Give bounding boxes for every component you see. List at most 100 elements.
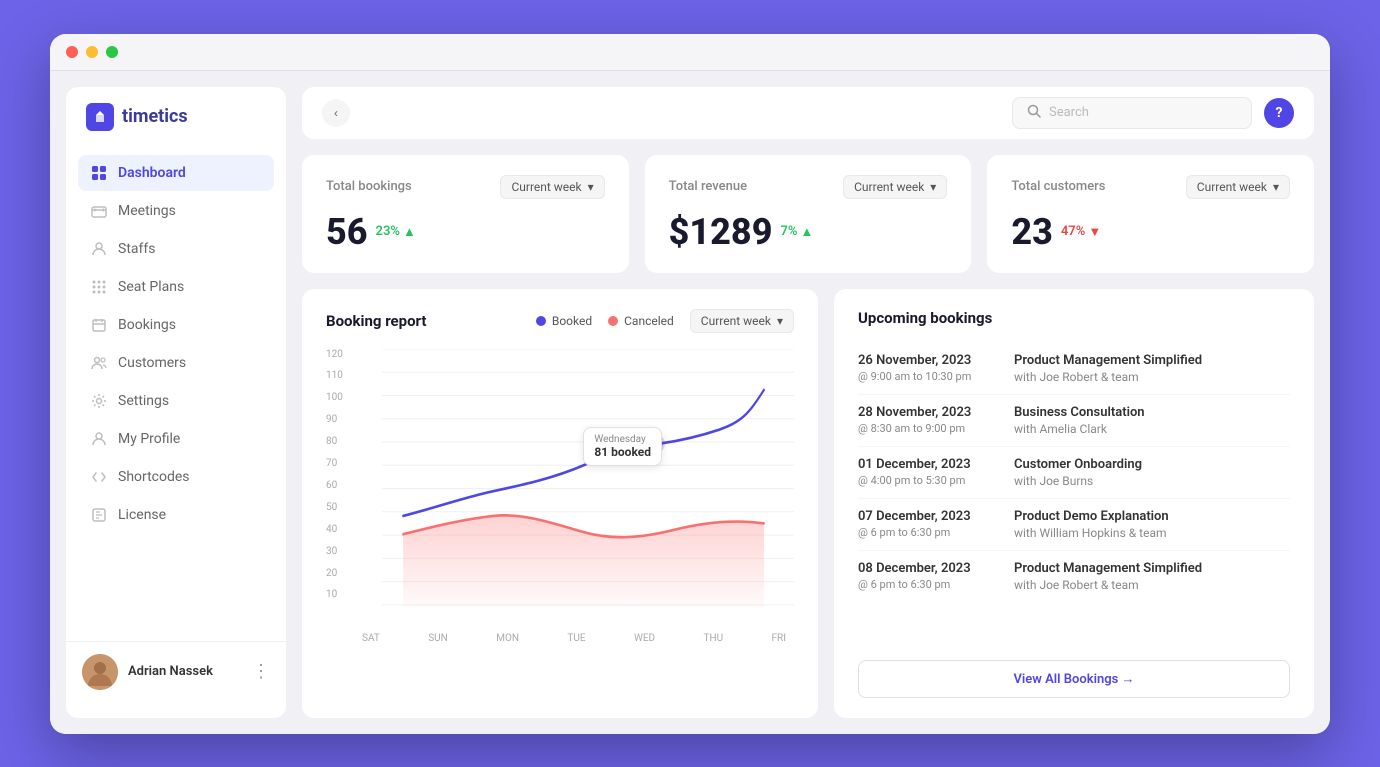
booking-event: Business Consultation xyxy=(1014,405,1290,420)
user-menu-button[interactable]: ⋮ xyxy=(252,661,270,682)
chart-svg xyxy=(326,349,794,629)
seat-plans-icon xyxy=(90,278,108,296)
booking-time: @ 9:00 am to 10:30 pm xyxy=(858,370,998,383)
stat-value-bookings: 56 23% ▲ xyxy=(326,211,605,253)
stat-card-total-revenue: Total revenue Current week ▾ $1289 7% ▲ xyxy=(645,155,972,273)
logo-icon xyxy=(86,103,114,131)
booking-date: 01 December, 2023 xyxy=(858,457,998,472)
sidebar: timetics Dashboard xyxy=(66,87,286,718)
chart-title: Booking report xyxy=(326,312,427,330)
sidebar-item-staffs[interactable]: Staffs xyxy=(78,231,274,267)
logo-text: timetics xyxy=(122,106,188,127)
sidebar-item-shortcodes[interactable]: Shortcodes xyxy=(78,459,274,495)
my-profile-icon xyxy=(90,430,108,448)
main-content: ‹ Search ? xyxy=(302,87,1314,718)
arrow-up-icon: ▲ xyxy=(801,224,814,240)
booking-time: @ 8:30 am to 9:00 pm xyxy=(858,422,998,435)
sidebar-item-meetings-label: Meetings xyxy=(118,203,176,219)
sidebar-item-meetings[interactable]: Meetings xyxy=(78,193,274,229)
sidebar-item-license[interactable]: License xyxy=(78,497,274,533)
sidebar-item-my-profile-label: My Profile xyxy=(118,431,180,447)
booking-time: @ 6 pm to 6:30 pm xyxy=(858,526,998,539)
booking-event: Product Management Simplified xyxy=(1014,353,1290,368)
sidebar-item-shortcodes-label: Shortcodes xyxy=(118,469,190,485)
topbar: ‹ Search ? xyxy=(302,87,1314,139)
arrow-up-icon: ▲ xyxy=(403,224,416,240)
canceled-dot xyxy=(608,316,618,326)
stat-value-revenue: $1289 7% ▲ xyxy=(669,211,948,253)
booking-date: 28 November, 2023 xyxy=(858,405,998,420)
stat-label-revenue: Total revenue xyxy=(669,179,747,194)
help-button[interactable]: ? xyxy=(1264,98,1294,128)
view-all-bookings-button[interactable]: View All Bookings → xyxy=(858,660,1290,698)
collapse-sidebar-button[interactable]: ‹ xyxy=(322,99,350,127)
sidebar-item-seat-plans-label: Seat Plans xyxy=(118,279,184,295)
booking-with: with Amelia Clark xyxy=(1014,422,1290,436)
settings-icon xyxy=(90,392,108,410)
staffs-icon xyxy=(90,240,108,258)
minimize-button[interactable] xyxy=(86,46,98,58)
user-avatar xyxy=(82,654,118,690)
search-bar[interactable]: Search xyxy=(1012,97,1252,129)
user-name: Adrian Nassek xyxy=(128,664,242,679)
sidebar-item-dashboard[interactable]: Dashboard xyxy=(78,155,274,191)
y-axis-labels: 1201101009080 70605040302010 xyxy=(326,349,343,601)
search-input-placeholder: Search xyxy=(1049,105,1089,120)
x-axis-labels: SATSUNMONTUEWEDTHUFRI xyxy=(326,629,794,644)
close-button[interactable] xyxy=(66,46,78,58)
list-item: 07 December, 2023 @ 6 pm to 6:30 pm Prod… xyxy=(858,499,1290,551)
chevron-down-icon: ▾ xyxy=(1273,180,1279,194)
booking-with: with Joe Burns xyxy=(1014,474,1290,488)
sidebar-footer: Adrian Nassek ⋮ xyxy=(66,641,286,702)
legend-booked: Booked xyxy=(536,314,592,328)
booking-event: Product Management Simplified xyxy=(1014,561,1290,576)
stats-row: Total bookings Current week ▾ 56 23% ▲ xyxy=(302,155,1314,273)
booking-time: @ 6 pm to 6:30 pm xyxy=(858,578,998,591)
bottom-row: Booking report Booked Canceled xyxy=(302,289,1314,718)
logo: timetics xyxy=(66,103,286,151)
booking-with: with William Hopkins & team xyxy=(1014,526,1290,540)
stat-card-total-bookings: Total bookings Current week ▾ 56 23% ▲ xyxy=(302,155,629,273)
booking-with: with Joe Robert & team xyxy=(1014,578,1290,592)
chevron-down-icon: ▾ xyxy=(588,180,594,194)
list-item: 28 November, 2023 @ 8:30 am to 9:00 pm B… xyxy=(858,395,1290,447)
sidebar-item-license-label: License xyxy=(118,507,166,523)
chevron-down-icon: ▾ xyxy=(930,180,936,194)
list-item: 01 December, 2023 @ 4:00 pm to 5:30 pm C… xyxy=(858,447,1290,499)
stat-value-customers: 23 47% ▼ xyxy=(1011,211,1290,253)
stat-label-customers: Total customers xyxy=(1011,179,1105,194)
sidebar-item-settings[interactable]: Settings xyxy=(78,383,274,419)
period-selector-customers[interactable]: Current week ▾ xyxy=(1186,175,1290,199)
sidebar-item-my-profile[interactable]: My Profile xyxy=(78,421,274,457)
legend-canceled-label: Canceled xyxy=(624,314,674,328)
booking-list: 26 November, 2023 @ 9:00 am to 10:30 pm … xyxy=(858,343,1290,644)
dashboard-icon xyxy=(90,164,108,182)
booking-event: Product Demo Explanation xyxy=(1014,509,1290,524)
booking-date: 26 November, 2023 xyxy=(858,353,998,368)
chart-legend: Booked Canceled Current week ▾ xyxy=(536,309,794,333)
arrow-down-icon: ▼ xyxy=(1088,224,1101,240)
meetings-icon xyxy=(90,202,108,220)
list-item: 26 November, 2023 @ 9:00 am to 10:30 pm … xyxy=(858,343,1290,395)
period-selector-revenue[interactable]: Current week ▾ xyxy=(843,175,947,199)
chevron-down-icon: ▾ xyxy=(777,314,783,328)
sidebar-item-bookings-label: Bookings xyxy=(118,317,176,333)
period-selector-bookings[interactable]: Current week ▾ xyxy=(500,175,604,199)
sidebar-item-customers-label: Customers xyxy=(118,355,186,371)
upcoming-bookings-card: Upcoming bookings 26 November, 2023 @ 9:… xyxy=(834,289,1314,718)
customers-icon xyxy=(90,354,108,372)
stat-card-total-customers: Total customers Current week ▾ 23 47% ▼ xyxy=(987,155,1314,273)
legend-booked-label: Booked xyxy=(552,314,592,328)
maximize-button[interactable] xyxy=(106,46,118,58)
chart-period-selector[interactable]: Current week ▾ xyxy=(690,309,794,333)
list-item: 08 December, 2023 @ 6 pm to 6:30 pm Prod… xyxy=(858,551,1290,602)
upcoming-title: Upcoming bookings xyxy=(858,309,1290,327)
sidebar-item-dashboard-label: Dashboard xyxy=(118,165,186,181)
booking-with: with Joe Robert & team xyxy=(1014,370,1290,384)
sidebar-nav: Dashboard Meetings xyxy=(66,151,286,633)
license-icon xyxy=(90,506,108,524)
sidebar-item-customers[interactable]: Customers xyxy=(78,345,274,381)
sidebar-item-seat-plans[interactable]: Seat Plans xyxy=(78,269,274,305)
sidebar-item-bookings[interactable]: Bookings xyxy=(78,307,274,343)
shortcodes-icon xyxy=(90,468,108,486)
